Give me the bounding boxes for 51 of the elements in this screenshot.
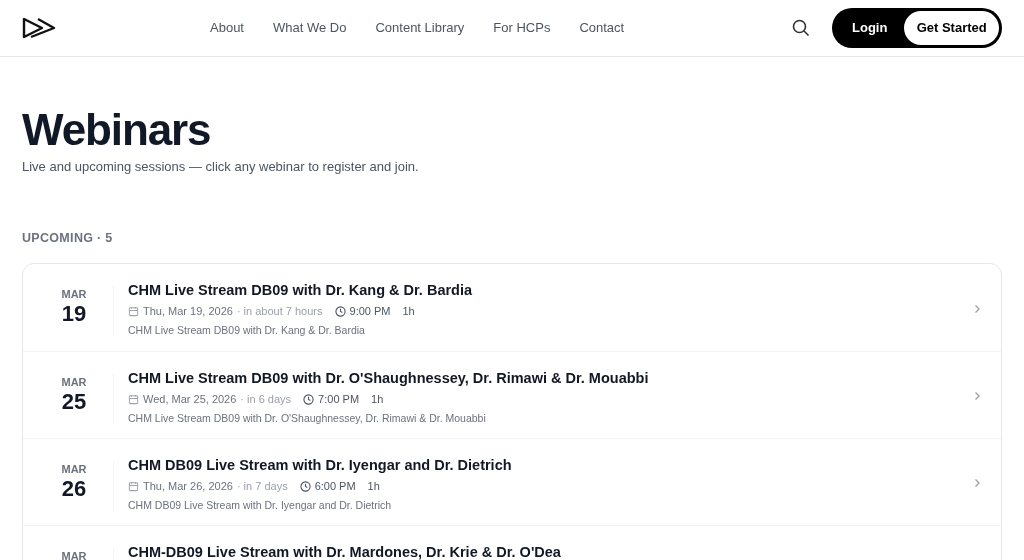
nav-link[interactable]: Contact: [579, 18, 625, 38]
webinar-duration: 1h: [402, 304, 415, 320]
date-month: MAR: [61, 376, 87, 390]
calendar-icon: [128, 481, 139, 492]
date-month: MAR: [61, 550, 87, 560]
date-day: 26: [61, 476, 87, 503]
clock-icon: [303, 394, 315, 405]
chevron-right-icon: [974, 478, 981, 489]
clock-icon: [334, 306, 346, 317]
nav-link[interactable]: About: [210, 18, 244, 38]
webinar-date: Wed, Mar 25, 2026: [143, 392, 237, 408]
nav-link[interactable]: For HCPs: [493, 18, 551, 38]
clock-icon: [299, 481, 311, 492]
date-month: MAR: [61, 288, 87, 302]
webinar-date: Thu, Mar 19, 2026: [143, 304, 233, 320]
webinar-duration: 1h: [371, 392, 384, 408]
webinar-title: CHM-DB09 Live Stream with Dr. Mardones, Dr. Krie & Dr. O'Dea: [128, 543, 562, 560]
webinar-row[interactable]: MAR 26 CHM DB09 Live Stream with Dr. Iyengar and Dr. Dietrich Thu, Mar 26, 2026 · in 7 days 6:00 PM 1h CHM DB09 Live Stream with Dr. Iyengar and Dr. Dietrich: [23, 438, 1001, 526]
webinar-title: CHM DB09 Live Stream with Dr. Iyengar and Dr. Dietrich: [128, 456, 513, 476]
get-started-button[interactable]: Get Started: [904, 11, 999, 45]
relative-time: · in about 7 hours: [236, 304, 323, 320]
login-button[interactable]: Login: [835, 11, 905, 45]
section-heading: UPCOMING · 5: [22, 229, 114, 247]
logo-icon[interactable]: [22, 17, 56, 39]
webinar-time: 6:00 PM: [314, 479, 356, 495]
webinar-row[interactable]: MAR 19 CHM Live Stream DB09 with Dr. Kang & Dr. Bardia Thu, Mar 19, 2026 · in about 7 hours 9:00 PM 1h CHM Live Stream DB09 with Dr. Kang & Dr. Bardia: [23, 264, 1001, 352]
nav-link[interactable]: What We Do: [273, 18, 347, 38]
webinar-row[interactable]: MAR CHM-DB09 Live Stream with Dr. Mardones, Dr. Krie & Dr. O'Dea: [23, 525, 1001, 560]
search-icon[interactable]: [792, 19, 810, 37]
webinar-time: 9:00 PM: [349, 304, 391, 320]
webinar-title: CHM Live Stream DB09 with Dr. O'Shaughnessey, Dr. Rimawi & Dr. Mouabbi: [128, 369, 650, 389]
webinar-duration: 1h: [367, 479, 380, 495]
webinar-title: CHM Live Stream DB09 with Dr. Kang & Dr. Bardia: [128, 281, 474, 301]
webinar-description: CHM Live Stream DB09 with Dr. O'Shaughnessey, Dr. Rimawi & Dr. Mouabbi: [128, 410, 487, 426]
calendar-icon: [128, 394, 139, 405]
chevron-right-icon: [974, 391, 981, 402]
webinar-time: 7:00 PM: [318, 392, 360, 408]
page-title: Webinars: [22, 105, 212, 155]
webinar-description: CHM DB09 Live Stream with Dr. Iyengar and Dr. Dietrich: [128, 497, 393, 513]
date-day: 25: [61, 389, 87, 416]
relative-time: · in 7 days: [236, 479, 288, 495]
webinar-row[interactable]: MAR 25 CHM Live Stream DB09 with Dr. O'Shaughnessey, Dr. Rimawi & Dr. Mouabbi Wed, Mar 25, 2026 · in 6 days 7:00 PM 1h CHM Live Stream DB09 with Dr. O'Shaughnessey, Dr. Rimawi & Dr. Mouabbi: [23, 351, 1001, 439]
date-day: 19: [61, 301, 87, 328]
relative-time: · in 6 days: [240, 392, 292, 408]
calendar-icon: [128, 306, 139, 317]
date-month: MAR: [61, 463, 87, 477]
webinar-date: Thu, Mar 26, 2026: [143, 479, 233, 495]
webinar-description: CHM Live Stream DB09 with Dr. Kang & Dr. Bardia: [128, 322, 366, 338]
page-subtitle: Live and upcoming sessions — click any webinar to register and join.: [22, 158, 420, 176]
nav-link[interactable]: Content Library: [375, 18, 465, 38]
chevron-right-icon: [974, 303, 981, 314]
